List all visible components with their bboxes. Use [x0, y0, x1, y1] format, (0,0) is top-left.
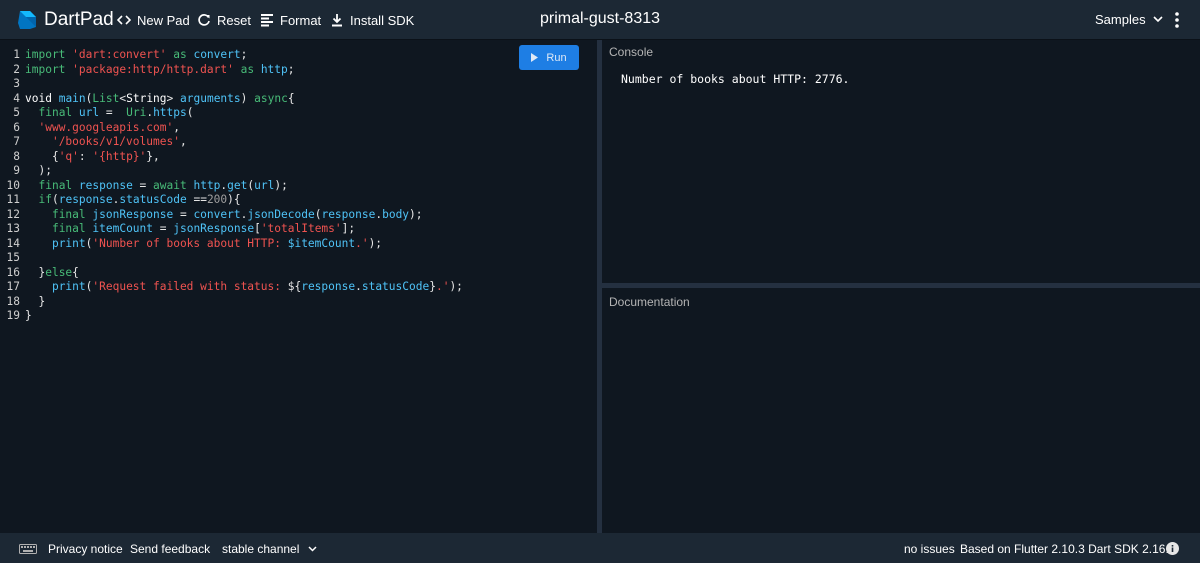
code-line: 19}: [6, 309, 32, 322]
console-panel: Console Number of books about HTTP: 2776…: [602, 40, 1200, 283]
reset-label: Reset: [217, 12, 251, 28]
info-icon[interactable]: [1166, 542, 1179, 555]
code-line: 17 print('Request failed with status: ${…: [6, 280, 463, 293]
play-icon: [531, 53, 539, 62]
brand-name[interactable]: DartPad: [44, 9, 114, 31]
privacy-notice-link[interactable]: Privacy notice: [48, 542, 123, 556]
code-line: 3: [13, 77, 20, 90]
code-line: 5 final url = Uri.https(: [13, 106, 194, 119]
install-sdk-button[interactable]: Install SDK: [330, 12, 414, 28]
code-line: 8 {'q': '{http}'},: [13, 149, 160, 163]
code-line: 9 );: [13, 164, 52, 177]
sdk-version-info: Based on Flutter 2.10.3 Dart SDK 2.16.1: [960, 542, 1176, 556]
samples-label: Samples: [1095, 12, 1146, 27]
run-button[interactable]: Run: [519, 45, 579, 70]
code-line: 11 if(response.statusCode ==200){: [6, 193, 241, 206]
more-vert-icon[interactable]: [1174, 11, 1180, 29]
documentation-panel: Documentation: [602, 288, 1200, 533]
footer-bar: Privacy notice Send feedback stable chan…: [0, 533, 1200, 563]
new-pad-label: New Pad: [137, 12, 190, 28]
code-line: 12 final jsonResponse = convert.jsonDeco…: [6, 207, 423, 221]
code-line: 1 import 'dart:convert' as convert;: [13, 48, 248, 61]
samples-dropdown[interactable]: Samples: [1095, 12, 1163, 27]
run-label: Run: [546, 51, 567, 64]
code-icon: [117, 15, 131, 25]
console-label: Console: [609, 45, 654, 59]
channel-label: stable channel: [222, 542, 300, 556]
code-line: 18 }: [6, 294, 46, 308]
code-line: 7 '/books/v1/volumes',: [13, 135, 187, 148]
new-pad-button[interactable]: New Pad: [117, 12, 190, 28]
install-sdk-label: Install SDK: [350, 12, 415, 28]
channel-dropdown[interactable]: stable channel: [222, 542, 317, 556]
download-icon: [332, 14, 342, 27]
console-output: Number of books about HTTP: 2776.: [621, 72, 850, 86]
issues-status[interactable]: no issues: [904, 542, 955, 556]
code-line: 6 'www.googleapis.com',: [13, 120, 180, 134]
reset-button[interactable]: Reset: [197, 12, 251, 28]
code-line: 4 void main(List<String> arguments) async…: [13, 91, 295, 105]
code-line: 14 print('Number of books about HTTP: $i…: [6, 236, 383, 250]
refresh-icon: [198, 14, 210, 26]
format-lines-icon: [261, 14, 273, 27]
chevron-down-icon: [1153, 16, 1163, 23]
code-editor[interactable]: 1 import 'dart:convert' as convert; 2 impo…: [0, 40, 597, 533]
code-line: 15: [6, 251, 20, 264]
top-bar: DartPad New Pad Reset Format Install SDK…: [0, 0, 1200, 40]
code-line: 16 }else{: [6, 265, 79, 279]
send-feedback-link[interactable]: Send feedback: [130, 542, 210, 556]
format-label: Format: [280, 12, 322, 28]
format-button[interactable]: Format: [260, 12, 321, 28]
pad-title[interactable]: primal-gust-8313: [540, 10, 660, 27]
keyboard-icon[interactable]: [19, 544, 37, 554]
documentation-label: Documentation: [609, 295, 690, 309]
code-line: 13 final itemCount = jsonResponse['total…: [6, 222, 356, 235]
dartpad-logo-icon: [18, 11, 36, 29]
code-line: 2 import 'package:http/http.dart' as http…: [13, 62, 295, 76]
chevron-down-icon: [308, 546, 317, 552]
code-line: 10 final response = await http.get(url);: [6, 178, 288, 192]
code-area[interactable]: 1 import 'dart:convert' as convert; 2 impo…: [0, 48, 463, 324]
